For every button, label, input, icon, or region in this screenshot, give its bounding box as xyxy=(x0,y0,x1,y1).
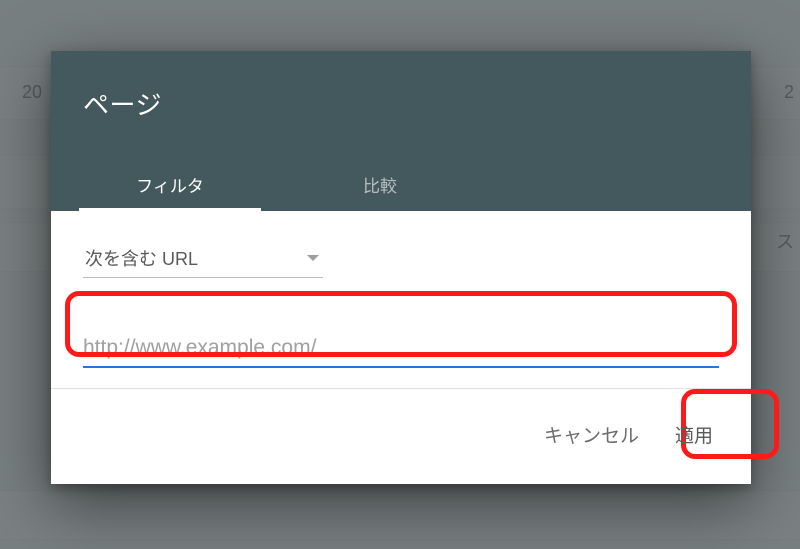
page-filter-dialog: ページ フィルタ 比較 次を含む URL キャンセル 適用 xyxy=(51,51,751,484)
dialog-footer: キャンセル 適用 xyxy=(51,388,751,484)
dialog-tabs: フィルタ 比較 xyxy=(51,161,751,211)
cancel-button[interactable]: キャンセル xyxy=(540,415,643,454)
filter-type-label: 次を含む URL xyxy=(85,245,307,271)
tab-compare-label: 比較 xyxy=(363,177,397,196)
apply-button[interactable]: 適用 xyxy=(671,415,717,454)
dialog-title: ページ xyxy=(83,85,719,122)
chevron-down-icon xyxy=(307,255,319,261)
dialog-body: 次を含む URL xyxy=(51,211,751,388)
filter-type-select[interactable]: 次を含む URL xyxy=(83,239,323,278)
tab-filter-label: フィルタ xyxy=(136,177,204,196)
dialog-header: ページ フィルタ 比較 xyxy=(51,51,751,211)
tab-filter[interactable]: フィルタ xyxy=(65,158,275,211)
tab-compare[interactable]: 比較 xyxy=(275,158,485,211)
filter-url-input[interactable] xyxy=(83,330,719,368)
